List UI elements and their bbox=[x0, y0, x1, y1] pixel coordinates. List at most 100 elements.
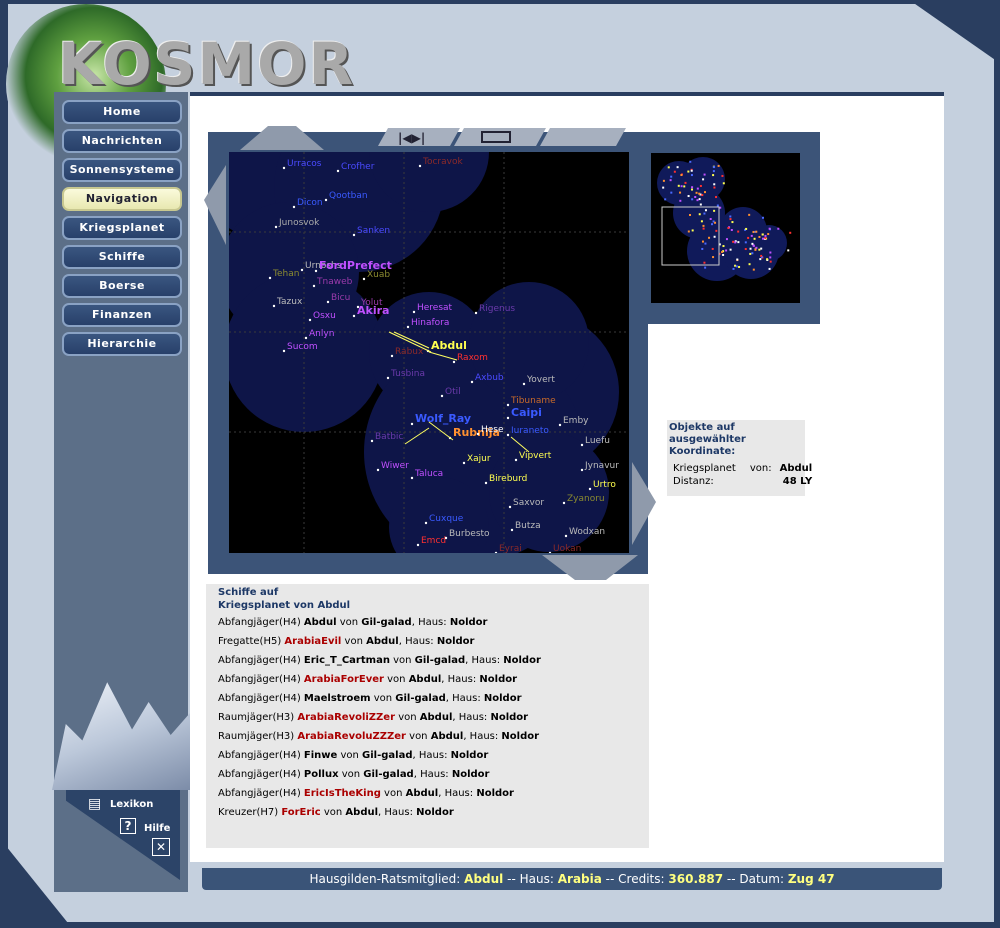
star-point[interactable] bbox=[268, 276, 272, 280]
star-label[interactable]: Anlyn bbox=[309, 329, 334, 339]
star-label[interactable]: Rabux bbox=[395, 347, 424, 357]
star-label[interactable]: Yovert bbox=[526, 375, 555, 385]
star-point[interactable] bbox=[506, 433, 510, 437]
star-label[interactable]: Akira bbox=[357, 304, 389, 317]
star-point[interactable] bbox=[282, 166, 286, 170]
star-point[interactable] bbox=[324, 198, 328, 202]
nav-boerse-button[interactable]: Boerse bbox=[62, 274, 182, 298]
nav-navigation-button[interactable]: Navigation bbox=[62, 187, 182, 211]
star-point[interactable] bbox=[362, 277, 366, 281]
star-point[interactable] bbox=[508, 505, 512, 509]
star-point[interactable] bbox=[514, 458, 518, 462]
star-point[interactable] bbox=[522, 382, 526, 386]
nav-nachrichten-button[interactable]: Nachrichten bbox=[62, 129, 182, 153]
star-label[interactable]: Taluca bbox=[414, 469, 443, 479]
star-label[interactable]: Zyanoru bbox=[567, 494, 605, 504]
star-label[interactable]: Tocravok bbox=[422, 157, 463, 167]
star-point[interactable] bbox=[580, 468, 584, 472]
star-label[interactable]: Jynavur bbox=[584, 461, 619, 471]
ship-name[interactable]: EricIsTheKing bbox=[304, 788, 381, 799]
star-point[interactable] bbox=[326, 300, 330, 304]
star-label[interactable]: Sanken bbox=[357, 226, 390, 236]
star-label[interactable]: Urtro bbox=[593, 480, 616, 490]
minimap[interactable] bbox=[651, 153, 800, 303]
star-point[interactable] bbox=[470, 380, 474, 384]
star-label[interactable]: Sucom bbox=[287, 342, 318, 352]
star-point[interactable] bbox=[462, 461, 466, 465]
star-label[interactable]: Otil bbox=[445, 387, 461, 397]
star-label[interactable]: Urracos bbox=[287, 159, 322, 169]
star-point[interactable] bbox=[452, 360, 456, 364]
scroll-up-arrow[interactable] bbox=[240, 126, 324, 150]
star-label[interactable]: Tnaweb bbox=[316, 277, 353, 287]
nav-sonnensysteme-button[interactable]: Sonnensysteme bbox=[62, 158, 182, 182]
star-label[interactable]: Burbesto bbox=[449, 529, 490, 539]
star-label[interactable]: Crofher bbox=[341, 162, 375, 172]
star-point[interactable] bbox=[506, 403, 510, 407]
star-label[interactable]: Wiwer bbox=[381, 461, 409, 471]
star-point[interactable] bbox=[558, 423, 562, 427]
minimap-canvas[interactable] bbox=[651, 153, 800, 303]
star-point[interactable] bbox=[506, 416, 510, 420]
star-label[interactable]: Luefu bbox=[585, 436, 610, 446]
ship-name[interactable]: ArabiaRevoluZZZer bbox=[297, 731, 406, 742]
star-label[interactable]: Butza bbox=[515, 521, 541, 531]
nav-finanzen-button[interactable]: Finanzen bbox=[62, 303, 182, 327]
nav-kriegsplanet-button[interactable]: Kriegsplanet bbox=[62, 216, 182, 240]
star-point[interactable] bbox=[588, 487, 592, 491]
nav-schiffe-button[interactable]: Schiffe bbox=[62, 245, 182, 269]
star-label[interactable]: Hinafora bbox=[411, 318, 449, 328]
ship-name[interactable]: ArabiaEvil bbox=[284, 636, 341, 647]
star-point[interactable] bbox=[370, 439, 374, 443]
star-label[interactable]: Tibuname bbox=[510, 396, 556, 406]
star-label[interactable]: Xuab bbox=[367, 270, 390, 280]
nav-hierarchie-button[interactable]: Hierarchie bbox=[62, 332, 182, 356]
ship-name[interactable]: ArabiaForEver bbox=[304, 674, 384, 685]
star-label[interactable]: Osxu bbox=[313, 311, 336, 321]
star-label[interactable]: Tehan bbox=[272, 269, 299, 279]
star-point[interactable] bbox=[406, 325, 410, 329]
scroll-left-arrow[interactable] bbox=[204, 165, 226, 245]
star-point[interactable] bbox=[304, 336, 308, 340]
star-point[interactable] bbox=[314, 269, 318, 273]
scroll-down-arrow[interactable] bbox=[542, 555, 638, 580]
star-label[interactable]: Dicon bbox=[297, 198, 323, 208]
star-point[interactable] bbox=[352, 314, 356, 318]
star-point[interactable] bbox=[416, 543, 420, 547]
star-point[interactable] bbox=[424, 521, 428, 525]
star-point[interactable] bbox=[300, 268, 304, 272]
star-point[interactable] bbox=[476, 432, 480, 436]
star-map-canvas[interactable]: Urracos Crofher Tocravok Qootban Dicon Junosv… bbox=[229, 152, 629, 553]
star-label[interactable]: Saxvor bbox=[513, 498, 544, 508]
star-label[interactable]: Bireburd bbox=[489, 474, 527, 484]
star-label[interactable]: Caipi bbox=[511, 406, 542, 419]
star-label[interactable]: Xajur bbox=[467, 454, 491, 464]
star-point[interactable] bbox=[510, 528, 514, 532]
star-point[interactable] bbox=[410, 476, 414, 480]
star-label[interactable]: Heresat bbox=[417, 303, 453, 313]
star-point[interactable] bbox=[390, 354, 394, 358]
star-label[interactable]: Wolf_Ray bbox=[415, 412, 471, 425]
scroll-right-arrow[interactable] bbox=[632, 462, 656, 545]
star-label[interactable]: Rigenus bbox=[479, 304, 515, 314]
star-label[interactable]: Emby bbox=[563, 416, 589, 426]
star-point[interactable] bbox=[562, 501, 566, 505]
star-point[interactable] bbox=[282, 349, 286, 353]
star-point[interactable] bbox=[308, 318, 312, 322]
star-point[interactable] bbox=[312, 284, 316, 288]
star-label[interactable]: Raxom bbox=[457, 353, 488, 363]
ship-name[interactable]: ForEric bbox=[281, 807, 320, 818]
star-point[interactable] bbox=[564, 534, 568, 538]
star-label[interactable]: Emcd bbox=[421, 536, 446, 546]
star-point[interactable] bbox=[410, 422, 414, 426]
star-label[interactable]: Batbic bbox=[375, 432, 403, 442]
star-point[interactable] bbox=[412, 310, 416, 314]
star-label[interactable]: Uokan bbox=[553, 544, 581, 553]
star-label[interactable]: Abdul bbox=[431, 339, 467, 352]
star-label[interactable]: Tusbina bbox=[390, 369, 425, 379]
star-label[interactable]: Cuxque bbox=[429, 514, 464, 524]
star-label[interactable]: Hese bbox=[481, 425, 504, 435]
star-label[interactable]: Vipvert bbox=[519, 451, 552, 461]
star-label[interactable]: Qootban bbox=[329, 191, 368, 201]
star-label[interactable]: Junosvok bbox=[278, 218, 320, 228]
